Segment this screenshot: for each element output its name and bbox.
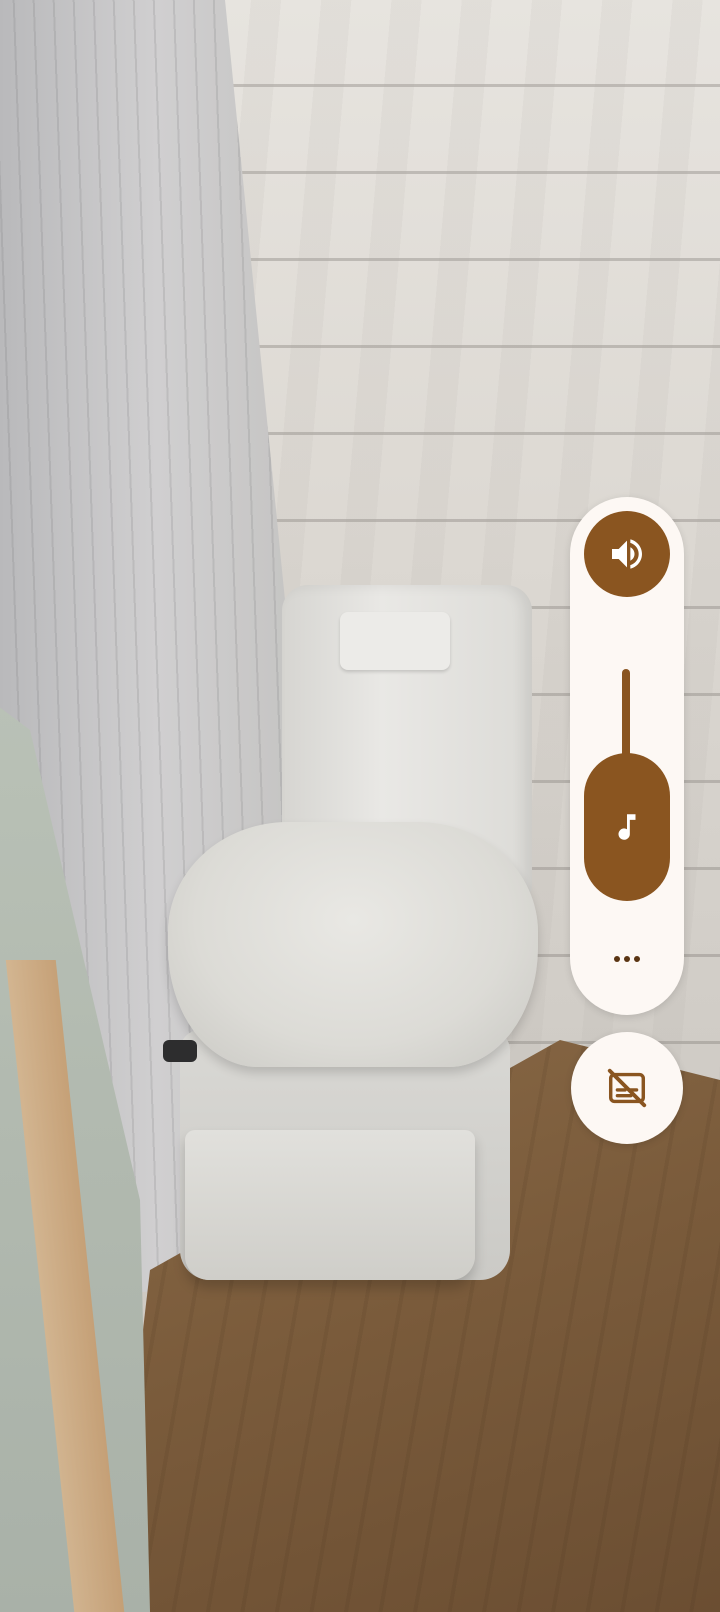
more-horizontal-icon <box>634 956 640 962</box>
volume-panel <box>570 497 684 1015</box>
toilet-lever <box>163 1040 197 1062</box>
toilet-cassette-base <box>185 1130 475 1280</box>
music-note-icon <box>618 814 636 840</box>
speaker-icon <box>612 539 642 569</box>
toilet-lid <box>168 822 538 1067</box>
more-options-button[interactable] <box>598 937 656 981</box>
volume-slider-thumb[interactable] <box>584 753 670 901</box>
live-caption-toggle[interactable] <box>571 1032 683 1144</box>
captions-off-icon <box>607 1068 647 1108</box>
ringer-mode-button[interactable] <box>584 511 670 597</box>
more-horizontal-icon <box>614 956 620 962</box>
toilet-flush-cover <box>340 612 450 670</box>
more-horizontal-icon <box>624 956 630 962</box>
